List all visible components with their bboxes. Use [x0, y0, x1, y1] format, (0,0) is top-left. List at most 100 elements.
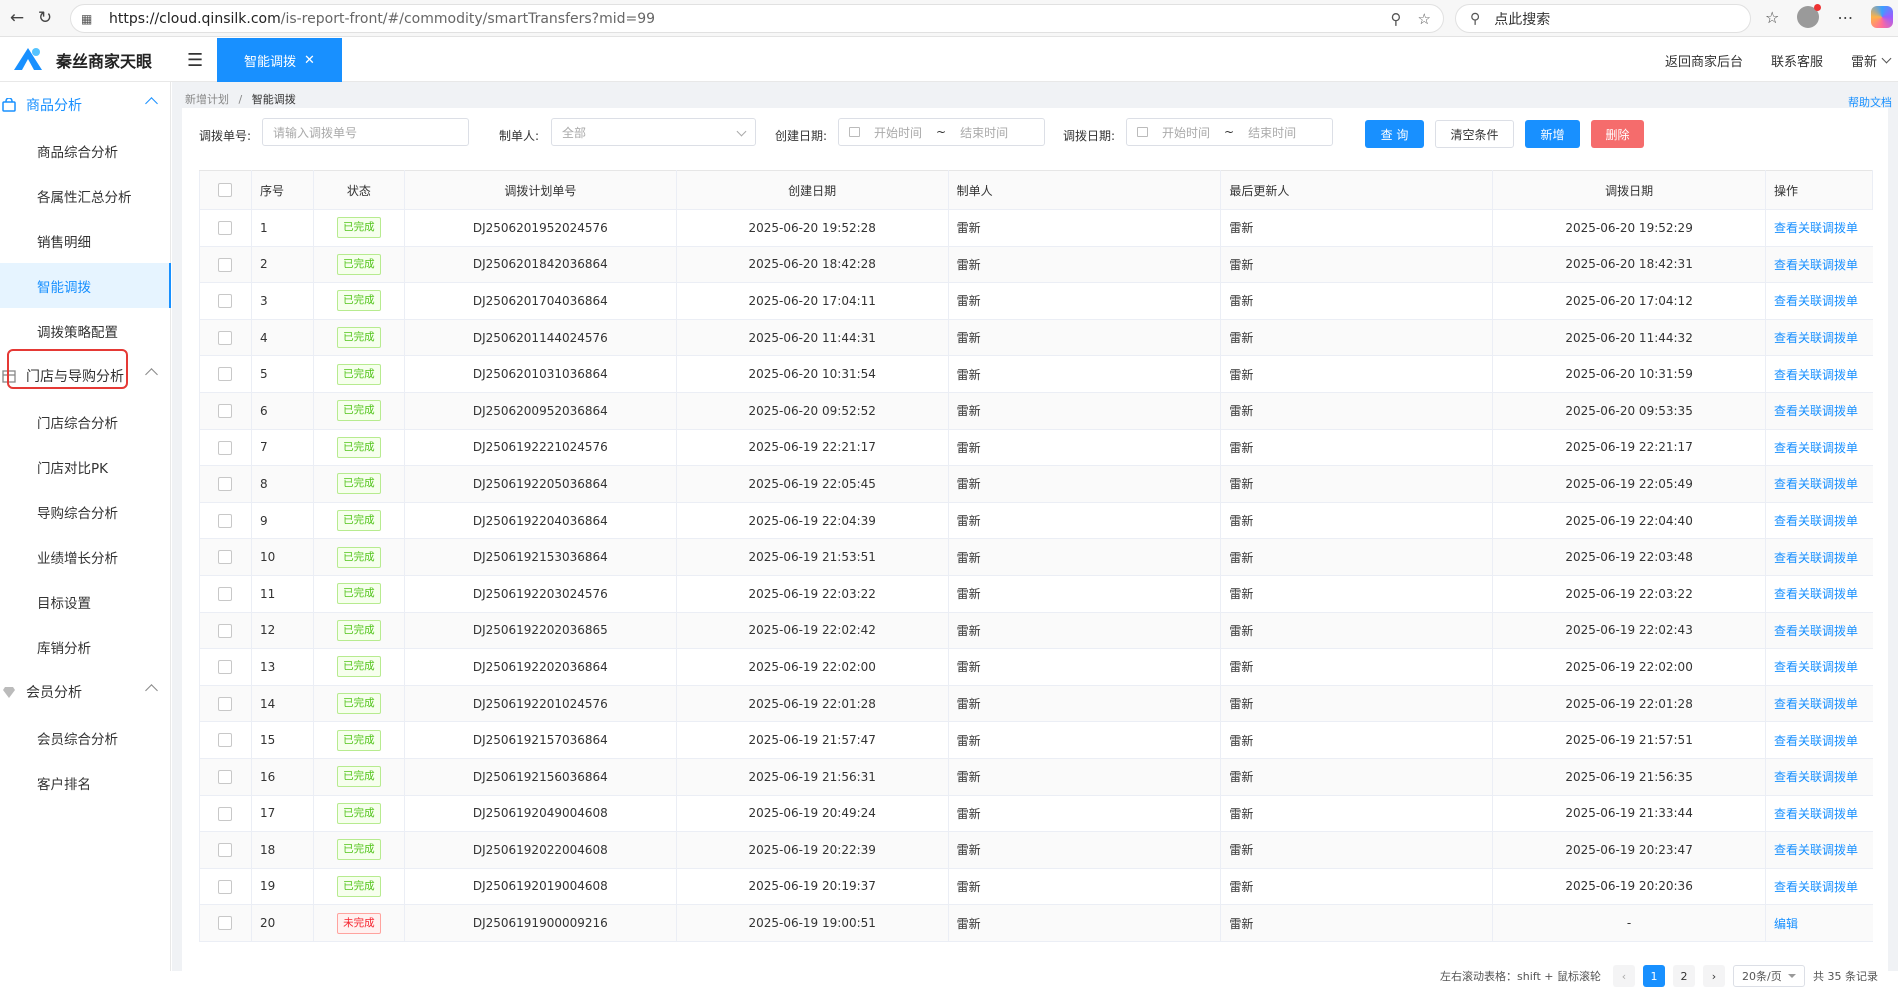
favorites-icon[interactable]: ☆: [1765, 8, 1779, 27]
reload-icon[interactable]: ↻: [34, 7, 56, 29]
row-action[interactable]: 查看关联调拨单: [1774, 734, 1858, 748]
more-menu-icon[interactable]: ⋯: [1837, 8, 1853, 27]
order-no-input[interactable]: 请输入调拨单号: [262, 118, 469, 146]
row-action[interactable]: 查看关联调拨单: [1774, 660, 1858, 674]
row-checkbox[interactable]: [199, 538, 252, 576]
table-header-row: 序号 状态 调拨计划单号 创建日期 制单人 最后更新人 调拨日期 操作: [199, 170, 1873, 210]
row-action[interactable]: 查看关联调拨单: [1774, 368, 1858, 382]
page-2-button[interactable]: 2: [1673, 965, 1695, 987]
favorite-star-icon[interactable]: ☆: [1418, 10, 1431, 28]
row-checkbox[interactable]: [199, 319, 252, 357]
table-cell: 10: [250, 538, 314, 576]
sidebar-group-store[interactable]: 门店与导购分析: [0, 353, 170, 399]
maker-select[interactable]: 全部: [551, 118, 756, 146]
next-page-button[interactable]: ›: [1703, 965, 1725, 987]
create-date-range[interactable]: 开始时间 ~ 结束时间: [838, 118, 1045, 146]
row-checkbox[interactable]: [199, 465, 252, 503]
zoom-icon[interactable]: ⚲: [1391, 10, 1402, 28]
row-checkbox[interactable]: [199, 502, 252, 540]
sidebar-item-store-pk[interactable]: 门店对比PK: [0, 444, 170, 489]
row-checkbox[interactable]: [199, 392, 252, 430]
site-info-icon[interactable]: ▦: [81, 12, 97, 26]
sidebar-group-product[interactable]: 商品分析: [0, 82, 170, 128]
row-action[interactable]: 查看关联调拨单: [1774, 404, 1858, 418]
plan-number: DJ2506192221024576: [472, 440, 608, 455]
back-icon[interactable]: ←: [6, 7, 28, 29]
row-action[interactable]: 查看关联调拨单: [1774, 587, 1858, 601]
contact-service-link[interactable]: 联系客服: [1771, 51, 1823, 70]
row-action[interactable]: 查看关联调拨单: [1774, 221, 1858, 235]
row-action[interactable]: 查看关联调拨单: [1774, 843, 1858, 857]
transfer-date: 2025-06-19 22:02:00: [1565, 659, 1693, 674]
query-button[interactable]: 查 询: [1365, 120, 1424, 148]
brand-logo[interactable]: 秦丝商家天眼: [10, 44, 152, 76]
page-size-select[interactable]: 20条/页: [1733, 965, 1805, 987]
sidebar-group-member[interactable]: 会员分析: [0, 669, 170, 715]
row-checkbox[interactable]: [199, 282, 252, 320]
table-cell: 已完成: [312, 209, 405, 247]
row-action[interactable]: 查看关联调拨单: [1774, 551, 1858, 565]
sidebar-item-sales-detail[interactable]: 销售明细: [0, 218, 170, 263]
breadcrumb: 新增计划 / 智能调拨: [185, 91, 296, 107]
sidebar-item-growth[interactable]: 业绩增长分析: [0, 534, 170, 579]
table-row: 19 已完成 DJ2506192019004608 2025-06-19 20:19:…: [199, 868, 1873, 906]
row-action[interactable]: 查看关联调拨单: [1774, 624, 1858, 638]
row-action[interactable]: 查看关联调拨单: [1774, 258, 1858, 272]
select-all-checkbox[interactable]: [199, 170, 252, 210]
delete-button[interactable]: 删除: [1591, 120, 1644, 148]
page-1-button[interactable]: 1: [1643, 965, 1665, 987]
clear-conditions-button[interactable]: 清空条件: [1435, 120, 1514, 148]
user-menu[interactable]: 雷新: [1851, 51, 1892, 70]
sidebar-item-stock-sales[interactable]: 库销分析: [0, 624, 170, 669]
sidebar-item-product-overview[interactable]: 商品综合分析: [0, 128, 170, 173]
tab-smart-transfer[interactable]: 智能调拨 ✕: [217, 38, 342, 82]
add-button[interactable]: 新增: [1525, 120, 1580, 148]
maker: 雷新: [956, 879, 981, 894]
row-checkbox[interactable]: [199, 795, 252, 833]
back-to-admin-link[interactable]: 返回商家后台: [1665, 51, 1743, 70]
row-checkbox[interactable]: [199, 721, 252, 759]
profile-avatar-icon[interactable]: [1797, 4, 1822, 28]
row-action[interactable]: 编辑: [1774, 917, 1798, 931]
breadcrumb-parent[interactable]: 新增计划: [185, 93, 229, 106]
sidebar-item-attribute-summary[interactable]: 各属性汇总分析: [0, 173, 170, 218]
table-cell: 已完成: [312, 355, 405, 393]
row-action[interactable]: 查看关联调拨单: [1774, 880, 1858, 894]
row-checkbox[interactable]: [199, 904, 252, 942]
sidebar-item-member-overview[interactable]: 会员综合分析: [0, 715, 170, 760]
row-checkbox[interactable]: [199, 355, 252, 393]
row-checkbox[interactable]: [199, 831, 252, 869]
row-checkbox[interactable]: [199, 575, 252, 613]
transfer-date-range[interactable]: 开始时间 ~ 结束时间: [1126, 118, 1333, 146]
row-checkbox[interactable]: [199, 429, 252, 467]
row-action[interactable]: 查看关联调拨单: [1774, 770, 1858, 784]
row-checkbox[interactable]: [199, 209, 252, 247]
close-tab-icon[interactable]: ✕: [304, 53, 315, 68]
browser-search-box[interactable]: ⚲ 点此搜索: [1455, 4, 1751, 33]
row-action[interactable]: 查看关联调拨单: [1774, 441, 1858, 455]
sidebar-item-customer-rank[interactable]: 客户排名: [0, 760, 170, 805]
row-action[interactable]: 查看关联调拨单: [1774, 294, 1858, 308]
row-action[interactable]: 查看关联调拨单: [1774, 477, 1858, 491]
column-header: 调拨日期: [1492, 170, 1767, 210]
sidebar-item-guide-overview[interactable]: 导购综合分析: [0, 489, 170, 534]
row-checkbox[interactable]: [199, 685, 252, 723]
prev-page-button[interactable]: ‹: [1613, 965, 1635, 987]
row-action[interactable]: 查看关联调拨单: [1774, 514, 1858, 528]
row-checkbox[interactable]: [199, 612, 252, 650]
row-action[interactable]: 查看关联调拨单: [1774, 697, 1858, 711]
table-cell: 查看关联调拨单: [1765, 685, 1873, 723]
sidebar-item-smart-transfer[interactable]: 智能调拨: [0, 263, 171, 308]
menu-toggle-icon[interactable]: ☰: [187, 50, 203, 71]
row-action[interactable]: 查看关联调拨单: [1774, 807, 1858, 821]
row-checkbox[interactable]: [199, 648, 252, 686]
row-checkbox[interactable]: [199, 868, 252, 906]
row-checkbox[interactable]: [199, 246, 252, 284]
address-bar[interactable]: ▦ https://cloud.qinsilk.com/is-report-fr…: [70, 4, 1444, 33]
row-action[interactable]: 查看关联调拨单: [1774, 331, 1858, 345]
sidebar-item-target-setting[interactable]: 目标设置: [0, 579, 170, 624]
row-checkbox[interactable]: [199, 758, 252, 796]
copilot-icon[interactable]: [1871, 6, 1894, 28]
sidebar-item-transfer-strategy[interactable]: 调拨策略配置: [0, 308, 170, 353]
sidebar-item-store-overview[interactable]: 门店综合分析: [0, 399, 170, 444]
